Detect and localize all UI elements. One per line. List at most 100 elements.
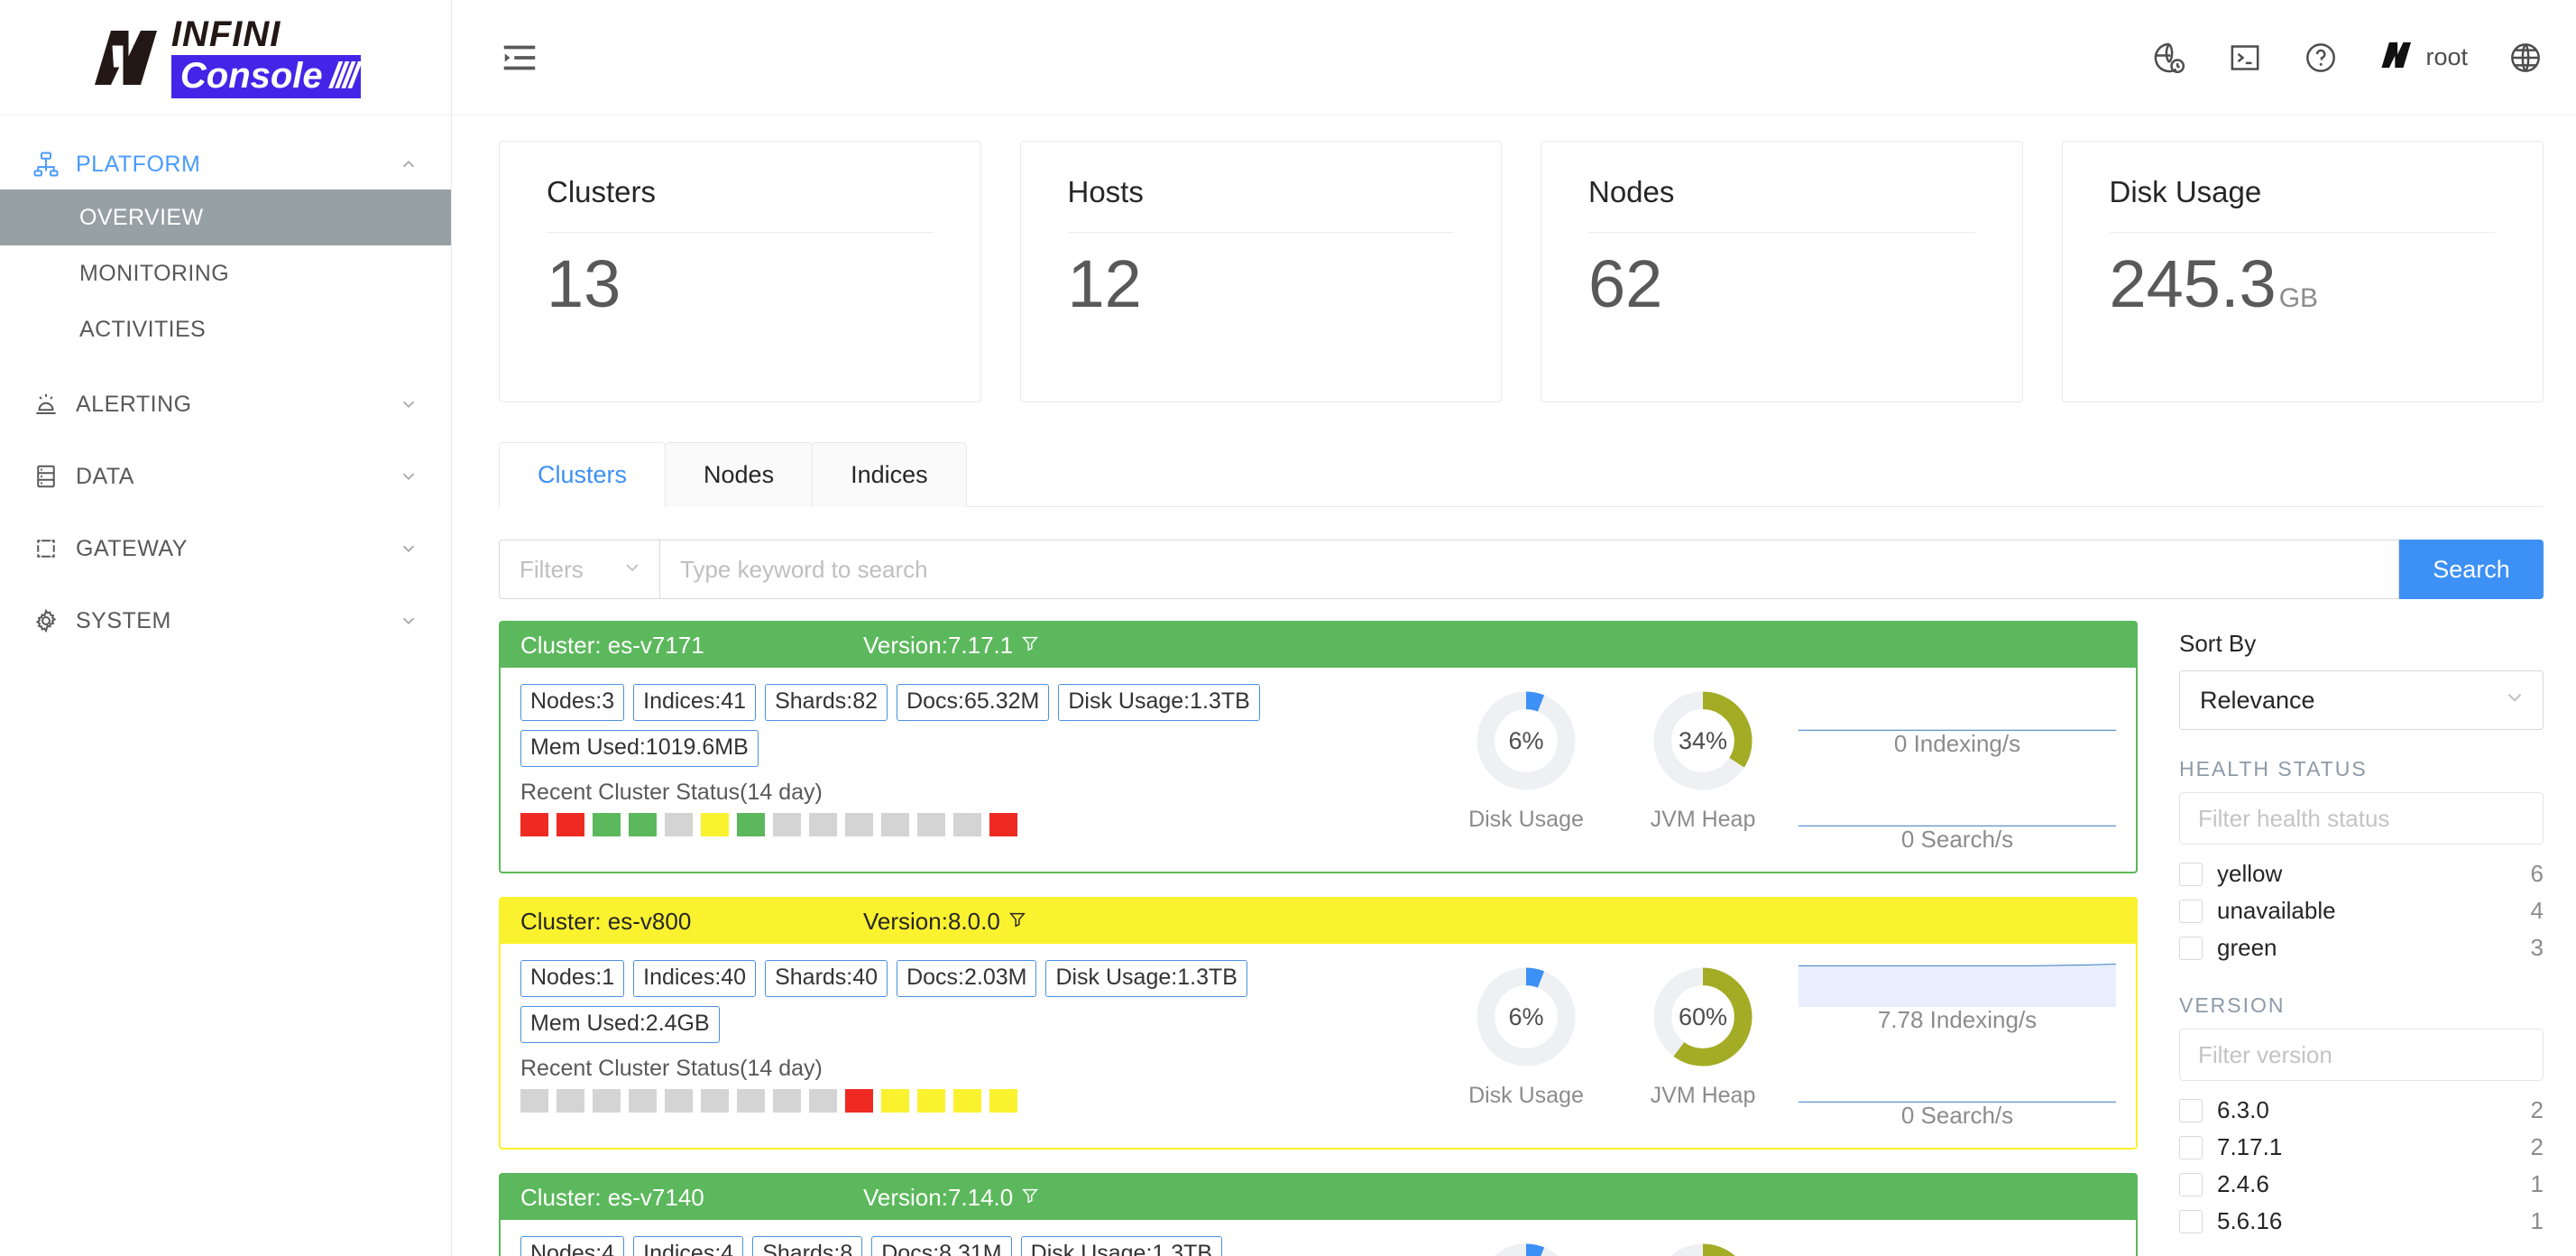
cluster-card[interactable]: Cluster: es-v7140 Version:7.14.0 bbox=[499, 1173, 2138, 1256]
logo-infini-text: INFINI bbox=[171, 16, 361, 52]
checkbox[interactable] bbox=[2179, 1099, 2203, 1122]
logo-console-text: Console bbox=[171, 55, 330, 98]
tab-nodes[interactable]: Nodes bbox=[665, 442, 813, 507]
facet-item-unavailable[interactable]: unavailable 4 bbox=[2179, 892, 2544, 929]
status-square-gray bbox=[629, 1089, 657, 1113]
stat-card-nodes: Nodes 62 bbox=[1541, 141, 2023, 402]
cluster-card[interactable]: Cluster: es-v800 Version:8.0.0 bbox=[499, 897, 2138, 1150]
donut-disk-usage: 6% bbox=[1473, 688, 1579, 794]
facet-item-yellow[interactable]: yellow 6 bbox=[2179, 855, 2544, 892]
checkbox[interactable] bbox=[2179, 900, 2203, 923]
stat-value: 62 bbox=[1588, 245, 1662, 322]
checkbox[interactable] bbox=[2179, 1136, 2203, 1159]
stat-value-wrap: 13 bbox=[547, 245, 934, 322]
tab-indices[interactable]: Indices bbox=[812, 442, 967, 507]
search-sparkline bbox=[1799, 1059, 2116, 1103]
facet-panel: Sort By Relevance HEALTH STATUS yellow 6 bbox=[2179, 621, 2544, 1256]
sort-by-select[interactable]: Relevance bbox=[2179, 670, 2544, 730]
health-status-list: yellow 6 unavailable 4 green 3 bbox=[2179, 855, 2544, 966]
filter-funnel-icon[interactable] bbox=[1020, 632, 1040, 660]
stat-card-disk-usage: Disk Usage 245.3 GB bbox=[2062, 141, 2544, 402]
facet-item-630[interactable]: 6.3.0 2 bbox=[2179, 1092, 2544, 1129]
donut-disk-usage bbox=[1473, 1240, 1579, 1256]
cluster-name: Cluster: es-v7140 bbox=[520, 1184, 863, 1212]
filter-funnel-icon[interactable] bbox=[1020, 1184, 1040, 1212]
console-terminal-icon[interactable] bbox=[2227, 40, 2263, 76]
version-filter-input[interactable] bbox=[2179, 1029, 2544, 1081]
cluster-card[interactable]: Cluster: es-v7171 Version:7.17.1 bbox=[499, 621, 2138, 873]
facet-label: 5.6.16 bbox=[2217, 1207, 2531, 1235]
chevron-down-icon bbox=[399, 539, 419, 559]
status-square-gray bbox=[809, 813, 837, 836]
sidebar-item-monitoring[interactable]: MONITORING bbox=[0, 245, 451, 301]
facet-count: 2 bbox=[2531, 1133, 2544, 1161]
health-status-filter-input[interactable] bbox=[2179, 792, 2544, 845]
version-heading: VERSION bbox=[2179, 993, 2544, 1018]
status-square-green bbox=[593, 813, 621, 836]
search-input[interactable] bbox=[659, 540, 2399, 599]
filter-funnel-icon[interactable] bbox=[1007, 908, 1027, 936]
sidebar-group-platform[interactable]: PLATFORM bbox=[0, 139, 451, 189]
recent-status-label: Recent Cluster Status(14 day) bbox=[520, 1056, 1438, 1082]
tab-clusters[interactable]: Clusters bbox=[499, 442, 666, 507]
chevron-down-icon bbox=[399, 611, 419, 631]
status-square-green bbox=[737, 813, 765, 836]
checkbox[interactable] bbox=[2179, 937, 2203, 960]
sidebar-group-label: ALERTING bbox=[76, 392, 399, 418]
user-menu[interactable]: root bbox=[2378, 40, 2468, 75]
filters-dropdown[interactable]: Filters bbox=[499, 540, 659, 599]
facet-item-7171[interactable]: 7.17.1 2 bbox=[2179, 1129, 2544, 1166]
cluster-version-label: Version:7.14.0 bbox=[863, 1184, 1013, 1212]
facet-label: 6.3.0 bbox=[2217, 1096, 2531, 1124]
status-square-gray bbox=[953, 813, 981, 836]
divider bbox=[547, 232, 934, 233]
facet-label: unavailable bbox=[2217, 897, 2531, 925]
status-square-gray bbox=[593, 1089, 621, 1113]
facet-count: 6 bbox=[2531, 860, 2544, 888]
sidebar-item-label: MONITORING bbox=[79, 261, 229, 287]
status-square-gray bbox=[737, 1089, 765, 1113]
sidebar: INFINI Console //// PLATFORM bbox=[0, 0, 452, 1256]
gauge-disk-usage: 6% Disk Usage bbox=[1438, 964, 1615, 1109]
globe-clock-icon[interactable] bbox=[2151, 40, 2187, 76]
badge-indices: Indices:4 bbox=[633, 1236, 743, 1256]
sidebar-item-overview[interactable]: OVERVIEW bbox=[0, 189, 451, 245]
search-button[interactable]: Search bbox=[2399, 540, 2544, 599]
language-globe-icon[interactable] bbox=[2507, 40, 2544, 76]
facet-item-green[interactable]: green 3 bbox=[2179, 929, 2544, 966]
checkbox[interactable] bbox=[2179, 1173, 2203, 1196]
menu-fold-icon[interactable] bbox=[499, 37, 540, 78]
cluster-rates: 0 Indexing/s 0 Search/s bbox=[1791, 688, 2116, 854]
cluster-version: Version:7.14.0 bbox=[863, 1184, 1040, 1212]
status-strip-0 bbox=[520, 813, 1438, 836]
sidebar-group-system[interactable]: SYSTEM bbox=[0, 596, 451, 646]
cluster-badges: Nodes:3 Indices:41 Shards:82 Docs:65.32M… bbox=[520, 684, 1438, 767]
sidebar-group-gateway[interactable]: GATEWAY bbox=[0, 523, 451, 574]
facet-count: 3 bbox=[2531, 934, 2544, 962]
checkbox[interactable] bbox=[2179, 863, 2203, 886]
cluster-card-header: Cluster: es-v800 Version:8.0.0 bbox=[501, 899, 2136, 944]
app-logo[interactable]: INFINI Console //// bbox=[0, 0, 451, 115]
badge-docs: Docs:2.03M bbox=[897, 960, 1036, 997]
status-square-red bbox=[989, 813, 1017, 836]
status-square-gray bbox=[881, 813, 909, 836]
facet-label: 2.4.6 bbox=[2217, 1170, 2531, 1198]
tab-label: Nodes bbox=[704, 461, 774, 489]
sidebar-item-label: ACTIVITIES bbox=[79, 317, 206, 343]
sidebar-item-activities[interactable]: ACTIVITIES bbox=[0, 301, 451, 357]
divider bbox=[1068, 232, 1455, 233]
sidebar-group-data[interactable]: DATA bbox=[0, 451, 451, 502]
stat-title: Hosts bbox=[1068, 176, 1455, 208]
help-circle-icon[interactable] bbox=[2303, 40, 2339, 76]
badge-nodes: Nodes:3 bbox=[520, 684, 624, 721]
cluster-card-body: Nodes:3 Indices:41 Shards:82 Docs:65.32M… bbox=[501, 668, 2136, 872]
filters-dropdown-label: Filters bbox=[520, 556, 584, 584]
facet-item-5616[interactable]: 5.6.16 1 bbox=[2179, 1203, 2544, 1240]
checkbox[interactable] bbox=[2179, 1210, 2203, 1233]
status-square-gray bbox=[773, 1089, 801, 1113]
donut-svg bbox=[1473, 1240, 1579, 1256]
gauge-caption: Disk Usage bbox=[1468, 807, 1584, 833]
sidebar-group-alerting[interactable]: ALERTING bbox=[0, 379, 451, 429]
divider bbox=[2110, 232, 2497, 233]
facet-item-246[interactable]: 2.4.6 1 bbox=[2179, 1166, 2544, 1203]
